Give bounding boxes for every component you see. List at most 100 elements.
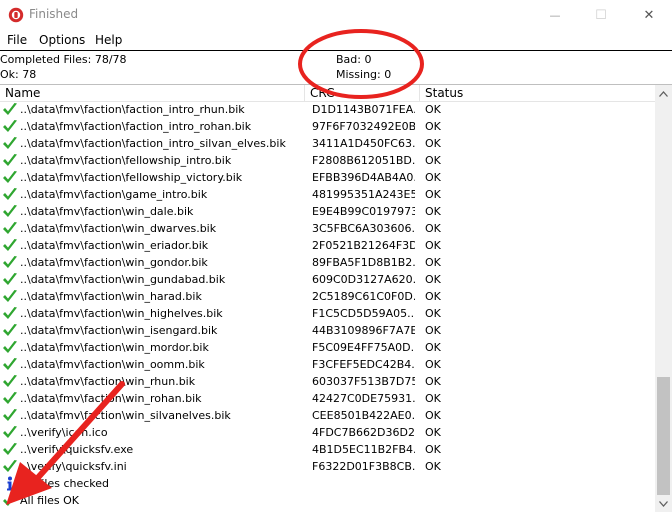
check-icon xyxy=(2,374,18,389)
file-name-cell: ..\data\fmv\faction\fellowship_intro.bik xyxy=(20,154,232,167)
list-header: Name CRC Status xyxy=(0,85,655,102)
status-cell: OK xyxy=(425,426,441,439)
log-row[interactable]: 78 files checked xyxy=(0,475,655,492)
list-row[interactable]: ..\verify\icon.ico 4FDC7B662D36D2... OK xyxy=(0,424,655,441)
file-name-cell: ..\data\fmv\faction\faction_intro_rhun.b… xyxy=(20,103,245,116)
list-row[interactable]: ..\data\fmv\faction\win_silvanelves.bik C… xyxy=(0,407,655,424)
file-name-cell: ..\data\fmv\faction\win_eriador.bik xyxy=(20,239,209,252)
status-cell: OK xyxy=(425,443,441,456)
check-icon xyxy=(2,119,18,134)
list-row[interactable]: ..\data\fmv\faction\win_mordor.bik F5C09E… xyxy=(0,339,655,356)
scrollbar-thumb[interactable] xyxy=(657,377,670,495)
summary-panel: Completed Files: 78/78 Ok: 78 Bad: 0 Mis… xyxy=(0,50,672,85)
crc-cell: 97F6F7032492E0B... xyxy=(312,120,415,133)
crc-cell: F6322D01F3B8CB... xyxy=(312,460,415,473)
crc-cell: F2808B612051BD... xyxy=(312,154,415,167)
menu-file[interactable]: File xyxy=(7,33,27,47)
list-row[interactable]: ..\data\fmv\faction\win_dwarves.bik 3C5FB… xyxy=(0,220,655,237)
menu-bar: File Options Help xyxy=(0,30,672,50)
crc-cell: EFBB396D4AB4A0... xyxy=(312,171,415,184)
vertical-scrollbar[interactable] xyxy=(655,85,672,512)
minimize-button[interactable]: — xyxy=(532,0,578,30)
file-name-cell: ..\data\fmv\faction\win_oomm.bik xyxy=(20,358,205,371)
check-icon xyxy=(2,221,18,236)
check-icon xyxy=(2,255,18,270)
status-cell: OK xyxy=(425,171,441,184)
status-cell: OK xyxy=(425,256,441,269)
file-name-cell: ..\verify\icon.ico xyxy=(20,426,108,439)
list-row[interactable]: ..\data\fmv\faction\win_gondor.bik 89FBA5… xyxy=(0,254,655,271)
file-name-cell: ..\data\fmv\faction\faction_intro_silvan… xyxy=(20,137,286,150)
column-header-crc[interactable]: CRC xyxy=(305,85,420,101)
list-row[interactable]: ..\data\fmv\faction\fellowship_victory.b… xyxy=(0,169,655,186)
status-cell: OK xyxy=(425,222,441,235)
check-icon xyxy=(2,187,18,202)
list-row[interactable]: ..\verify\quicksfv.ini F6322D01F3B8CB... O… xyxy=(0,458,655,475)
column-header-name[interactable]: Name xyxy=(0,85,305,101)
list-row[interactable]: ..\data\fmv\faction\win_isengard.bik 44B3… xyxy=(0,322,655,339)
title-bar: Finished — ☐ ✕ xyxy=(0,0,672,30)
list-row[interactable]: ..\data\fmv\faction\faction_intro_rhun.b… xyxy=(0,101,655,118)
status-cell: OK xyxy=(425,273,441,286)
crc-cell: 481995351A243E5... xyxy=(312,188,415,201)
close-button[interactable]: ✕ xyxy=(626,0,672,30)
list-row[interactable]: ..\data\fmv\faction\win_gundabad.bik 609C… xyxy=(0,271,655,288)
check-icon xyxy=(2,425,18,440)
list-row[interactable]: ..\data\fmv\faction\win_highelves.bik F1C… xyxy=(0,305,655,322)
file-name-cell: ..\data\fmv\faction\win_gondor.bik xyxy=(20,256,208,269)
list-row[interactable]: ..\data\fmv\faction\game_intro.bik 481995… xyxy=(0,186,655,203)
maximize-button[interactable]: ☐ xyxy=(578,0,624,30)
menu-options[interactable]: Options xyxy=(39,33,85,47)
check-icon xyxy=(2,102,18,117)
file-name-cell: ..\verify\quicksfv.ini xyxy=(20,460,127,473)
file-name-cell: ..\data\fmv\faction\win_highelves.bik xyxy=(20,307,223,320)
list-row[interactable]: ..\verify\quicksfv.exe 4B1D5EC11B2FB4... O… xyxy=(0,441,655,458)
list-row[interactable]: ..\data\fmv\faction\win_rohan.bik 42427C0… xyxy=(0,390,655,407)
chevron-up-icon xyxy=(659,90,668,97)
missing-count-text: Missing: 0 xyxy=(336,68,392,81)
list-row[interactable]: ..\data\fmv\faction\faction_intro_rohan.… xyxy=(0,118,655,135)
file-name-cell: ..\data\fmv\faction\win_rohan.bik xyxy=(20,392,202,405)
list-row[interactable]: ..\data\fmv\faction\fellowship_intro.bik… xyxy=(0,152,655,169)
status-cell: OK xyxy=(425,341,441,354)
scroll-up-button[interactable] xyxy=(655,85,672,102)
status-cell: OK xyxy=(425,307,441,320)
app-icon xyxy=(8,7,24,23)
file-name-cell: ..\data\fmv\faction\win_mordor.bik xyxy=(20,341,209,354)
status-cell: OK xyxy=(425,154,441,167)
crc-cell: F5C09E4FF75A0D... xyxy=(312,341,415,354)
menu-help[interactable]: Help xyxy=(95,33,122,47)
crc-cell: 2C5189C61C0F0D... xyxy=(312,290,415,303)
status-cell: OK xyxy=(425,460,441,473)
column-header-status[interactable]: Status xyxy=(420,85,655,101)
check-icon xyxy=(2,204,18,219)
check-icon xyxy=(2,493,18,508)
scroll-down-button[interactable] xyxy=(655,495,672,512)
check-icon xyxy=(2,136,18,151)
list-row[interactable]: ..\data\fmv\faction\win_dale.bik E9E4B99C… xyxy=(0,203,655,220)
info-icon xyxy=(2,476,18,491)
check-icon xyxy=(2,391,18,406)
list-row[interactable]: ..\data\fmv\faction\win_harad.bik 2C5189C… xyxy=(0,288,655,305)
log-row[interactable]: All files OK xyxy=(0,492,655,509)
list-row[interactable]: ..\data\fmv\faction\win_oomm.bik F3CFEF5E… xyxy=(0,356,655,373)
file-name-cell: ..\data\fmv\faction\fellowship_victory.b… xyxy=(20,171,243,184)
crc-cell: 4B1D5EC11B2FB4... xyxy=(312,443,415,456)
status-cell: OK xyxy=(425,290,441,303)
check-icon xyxy=(2,323,18,338)
list-row[interactable]: ..\data\fmv\faction\win_rhun.bik 603037F5… xyxy=(0,373,655,390)
status-cell: OK xyxy=(425,120,441,133)
status-cell: OK xyxy=(425,137,441,150)
file-list[interactable]: Name CRC Status ..\data\fmv\faction\fact… xyxy=(0,84,672,512)
file-name-cell: ..\data\fmv\faction\win_isengard.bik xyxy=(20,324,218,337)
log-message: All files OK xyxy=(20,494,79,507)
status-cell: OK xyxy=(425,375,441,388)
crc-cell: D1D1143B071FEA... xyxy=(312,103,415,116)
status-cell: OK xyxy=(425,103,441,116)
list-row[interactable]: ..\data\fmv\faction\win_eriador.bik 2F052… xyxy=(0,237,655,254)
status-cell: OK xyxy=(425,392,441,405)
list-row[interactable]: ..\data\fmv\faction\faction_intro_silvan… xyxy=(0,135,655,152)
check-icon xyxy=(2,170,18,185)
crc-cell: 3411A1D450FC63... xyxy=(312,137,415,150)
status-cell: OK xyxy=(425,324,441,337)
